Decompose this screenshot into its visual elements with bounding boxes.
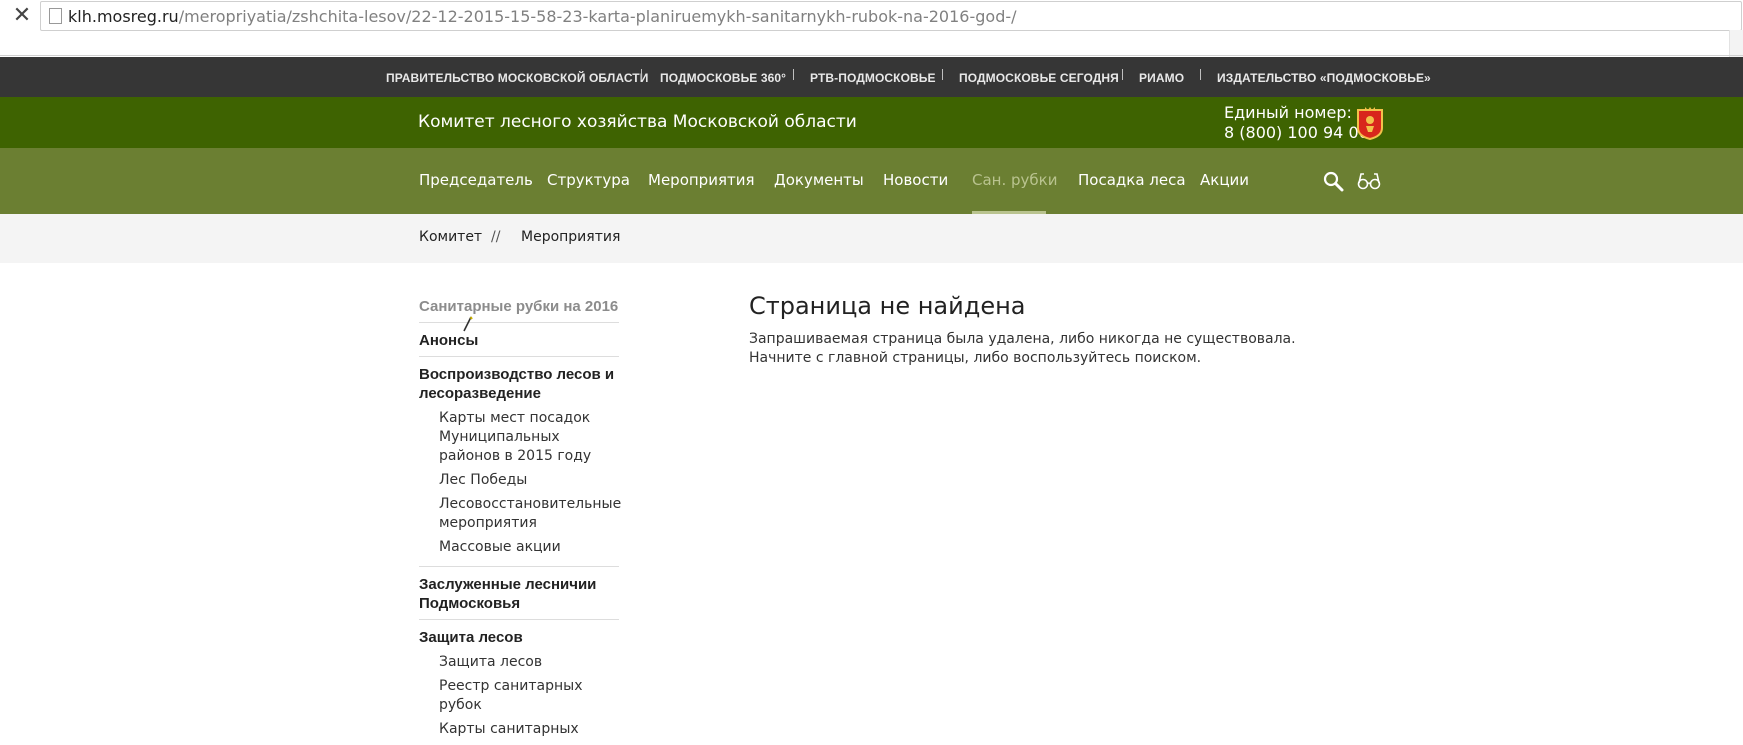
sidebar-subitem[interactable]: Реестр санитарных рубок <box>419 677 619 720</box>
address-bar[interactable]: klh.mosreg.ru/meropriyatia/zshchita-leso… <box>40 1 1742 31</box>
scrollbar[interactable] <box>1729 30 1743 57</box>
sidebar-section-forest-protection[interactable]: Защита лесов <box>419 620 619 653</box>
top-link-rtv[interactable]: РТВ-ПОДМОСКОВЬЕ <box>810 71 936 85</box>
nav-documents[interactable]: Документы <box>774 171 864 189</box>
site-title[interactable]: Комитет лесного хозяйства Московской обл… <box>418 112 857 132</box>
nav-sanitary-cuttings[interactable]: Сан. рубки <box>972 171 1057 189</box>
error-message-line1: Запрашиваемая страница была удалена, либ… <box>749 331 1296 347</box>
separator <box>942 69 943 80</box>
breadcrumb-events[interactable]: Мероприятия <box>521 229 620 245</box>
separator <box>641 69 642 80</box>
sidebar-menu: Санитарные рубки на 2016 Анонсы Воспроиз… <box>419 297 621 744</box>
breadcrumb-committee[interactable]: Комитет <box>419 229 482 245</box>
sidebar-subitem[interactable]: Лес Победы <box>419 471 619 495</box>
url-path: /meropriyatia/zshchita-lesov/22-12-2015-… <box>178 7 1017 26</box>
sidebar-subitem[interactable]: Лесовосстановительные мероприятия <box>419 495 621 538</box>
coat-of-arms-icon <box>1357 107 1383 140</box>
nav-events[interactable]: Мероприятия <box>648 171 754 189</box>
top-link-riamo[interactable]: РИАМО <box>1139 71 1184 85</box>
sidebar-subitem[interactable]: Массовые акции <box>419 538 619 562</box>
url-host: klh.mosreg.ru <box>68 7 179 26</box>
main-content: Страница не найдена Запрашиваемая страни… <box>749 292 1549 368</box>
accessibility-glasses-icon[interactable] <box>1357 172 1381 190</box>
nav-forest-planting[interactable]: Посадка леса <box>1078 171 1186 189</box>
breadcrumb-separator: // <box>491 229 501 245</box>
search-icon[interactable] <box>1322 170 1344 192</box>
close-icon[interactable]: ✕ <box>10 4 34 28</box>
separator <box>793 69 794 80</box>
site-header: Комитет лесного хозяйства Московской обл… <box>0 97 1743 148</box>
url-text: klh.mosreg.ru/meropriyatia/zshchita-leso… <box>68 7 1017 26</box>
main-nav: Председатель Структура Мероприятия Докум… <box>0 148 1743 214</box>
page-title: Страница не найдена <box>749 292 1026 320</box>
top-link-podmoskovie-360[interactable]: ПОДМОСКОВЬЕ 360° <box>660 71 786 85</box>
top-link-podmoskovie-today[interactable]: ПОДМОСКОВЬЕ СЕГОДНЯ <box>959 71 1119 85</box>
nav-campaigns[interactable]: Акции <box>1200 171 1249 189</box>
sidebar-current-label: Санитарные рубки на 2016 <box>419 298 619 315</box>
error-message-line2: Начните с главной страницы, либо восполь… <box>749 350 1202 366</box>
nav-structure[interactable]: Структура <box>547 171 630 189</box>
sidebar-subitem[interactable]: Защита лесов <box>419 653 619 677</box>
nav-news[interactable]: Новости <box>883 171 948 189</box>
network-links-bar: ПРАВИТЕЛЬСТВО МОСКОВСКОЙ ОБЛАСТИ ПОДМОСК… <box>0 57 1743 97</box>
sidebar-section-honored-foresters[interactable]: Заслуженные лесничии Подмосковья <box>419 567 619 619</box>
phone-number: 8 (800) 100 94 00 <box>1224 123 1369 142</box>
sidebar-section-announcements[interactable]: Анонсы <box>419 323 619 356</box>
separator <box>1200 69 1201 80</box>
sidebar-subitem[interactable]: Карты мест посадок Муниципальных районов… <box>419 409 619 471</box>
sidebar-subitem[interactable]: Карты санитарных <box>419 720 619 744</box>
pencil-icon <box>463 316 473 332</box>
phone-label: Единый номер: <box>1224 103 1352 122</box>
toolbar-divider <box>0 55 1743 56</box>
page-icon <box>49 8 62 24</box>
nav-chairman[interactable]: Председатель <box>419 171 533 189</box>
top-link-publishing[interactable]: ИЗДАТЕЛЬСТВО «ПОДМОСКОВЬЕ» <box>1217 71 1431 85</box>
top-link-government[interactable]: ПРАВИТЕЛЬСТВО МОСКОВСКОЙ ОБЛАСТИ <box>386 71 648 85</box>
breadcrumb: Комитет // Мероприятия <box>0 214 1743 263</box>
separator <box>1122 69 1123 80</box>
sidebar-section-reforestation[interactable]: Воспроизводство лесов и лесоразведение <box>419 357 619 409</box>
browser-toolbar: ✕ klh.mosreg.ru/meropriyatia/zshchita-le… <box>0 0 1743 57</box>
sidebar-current-item[interactable]: Санитарные рубки на 2016 <box>419 297 619 332</box>
